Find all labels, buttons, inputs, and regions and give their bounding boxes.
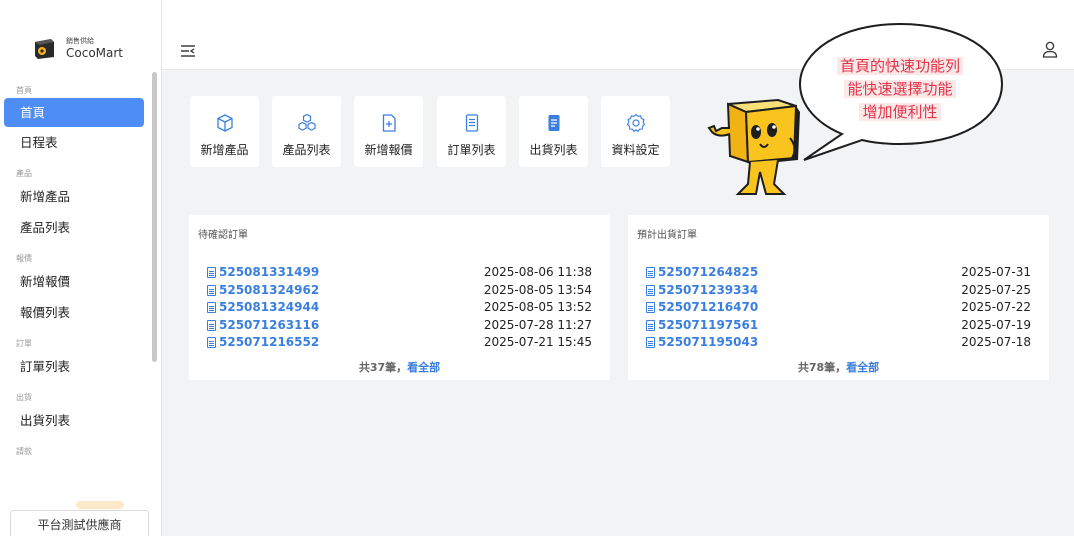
document-icon [207,267,216,279]
bubble-line-3: 增加便利性 [859,103,941,121]
file-plus-icon [382,114,396,132]
brand-name: CocoMart [66,45,124,60]
table-row: 525071264825 2025-07-31 [646,264,1031,282]
sidebar-item-schedule[interactable]: 日程表 [0,127,150,158]
nav-section-home: 首頁 [16,86,32,95]
nav-section-orders: 訂單 [16,339,32,348]
shipment-date: 2025-07-22 [961,300,1031,314]
order-link[interactable]: 525081324962 [207,282,319,300]
brand-subtitle: 銷售供給 [66,36,94,45]
order-date: 2025-08-05 13:52 [483,300,592,314]
order-link[interactable]: 525081324944 [207,299,319,317]
sidebar-item-order-list[interactable]: 訂單列表 [0,351,150,382]
nav-section-quotes: 報價 [16,254,32,263]
quick-add-product[interactable]: 新增產品 [190,96,259,167]
supplier-switch-button[interactable]: 平台測試供應商 [10,510,149,536]
sidebar-scrollbar[interactable] [152,72,157,362]
sidebar-item-home[interactable]: 首頁 [4,98,144,127]
order-link[interactable]: 525071216470 [646,299,758,317]
quick-data-settings-label: 資料設定 [611,143,660,157]
document-icon [207,284,216,296]
table-row: 525081324962 2025-08-05 13:54 [207,282,592,300]
table-row: 525071216470 2025-07-22 [646,299,1031,317]
cubes-icon [297,113,316,131]
shipment-date: 2025-07-19 [961,317,1031,332]
pending-orders-count: 共37筆， [358,361,408,374]
sidebar-item-quote-list[interactable]: 報價列表 [0,297,150,328]
brand-logo[interactable]: 銷售供給 CocoMart [32,36,123,60]
document-icon [207,337,216,349]
table-row: 525081331499 2025-08-06 11:38 [207,264,592,282]
order-date: 2025-07-28 11:27 [483,317,592,332]
shipment-date: 2025-07-18 [961,335,1031,349]
sidebar-item-add-product[interactable]: 新增產品 [0,181,150,212]
quick-product-list[interactable]: 產品列表 [272,96,341,167]
table-row: 525071263116 2025-07-28 11:27 [207,317,592,335]
order-link[interactable]: 525071264825 [646,264,758,282]
sidebar-item-product-list[interactable]: 產品列表 [0,212,150,243]
bubble-line-1: 首頁的快速功能列 [836,57,963,75]
view-all-pending-link[interactable]: 看全部 [407,361,440,374]
document-icon [646,337,655,349]
order-link[interactable]: 525071216552 [207,334,319,352]
table-row: 525071197561 2025-07-19 [646,317,1031,335]
document-icon [646,284,655,296]
shipment-date: 2025-07-31 [961,265,1031,279]
document-filled-icon [548,115,559,131]
sidebar-item-add-quote[interactable]: 新增報價 [0,266,150,297]
nav-section-products: 產品 [16,169,32,178]
nav-section-shipping: 出貨 [16,393,32,402]
sidebar: 銷售供給 CocoMart 首頁 首頁 日程表 產品 新增產品 產品列表 報價 … [0,0,162,536]
gear-icon [626,113,645,133]
quick-product-list-label: 產品列表 [282,143,331,157]
expected-shipments-panel: 預計出貨訂單 525071264825 2025-07-31 525071239… [628,215,1049,380]
document-icon [646,302,655,314]
table-row: 525071239334 2025-07-25 [646,282,1031,300]
table-row: 525081324944 2025-08-05 13:52 [207,299,592,317]
order-date: 2025-08-05 13:54 [483,282,592,297]
bubble-text: 首頁的快速功能列 能快速選擇功能 增加便利性 [812,55,988,124]
menu-collapse-icon[interactable] [180,43,196,57]
quick-data-settings[interactable]: 資料設定 [601,96,670,167]
cocomart-logo-icon [32,36,58,60]
quick-order-list[interactable]: 訂單列表 [437,96,506,167]
document-icon [207,319,216,331]
document-icon [646,319,655,331]
expected-shipments-footer: 共78筆，看全部 [628,359,1049,375]
table-row: 525071195043 2025-07-18 [646,334,1031,352]
quick-add-quote[interactable]: 新增報價 [354,96,423,167]
bubble-line-2: 能快速選擇功能 [844,80,956,98]
order-link[interactable]: 525071197561 [646,317,758,335]
order-date: 2025-08-06 11:38 [483,265,592,279]
cube-icon [216,114,233,132]
sidebar-nav: 首頁 首頁 日程表 產品 新增產品 產品列表 報價 新增報價 報價列表 訂單 訂… [0,84,150,459]
pending-orders-panel: 待確認訂單 525081331499 2025-08-06 11:38 5250… [189,215,610,380]
order-link[interactable]: 525071263116 [207,317,319,335]
order-date: 2025-07-21 15:45 [483,335,592,349]
order-link[interactable]: 525071195043 [646,334,758,352]
pending-orders-footer: 共37筆，看全部 [189,359,610,375]
quick-add-quote-label: 新增報價 [364,143,413,157]
sidebar-item-shipment-list[interactable]: 出貨列表 [0,405,150,436]
partially-hidden-badge [76,501,124,509]
document-lines-icon [465,114,478,132]
nav-section-billing: 請款 [16,447,32,456]
document-icon [646,267,655,279]
view-all-shipments-link[interactable]: 看全部 [846,361,879,374]
table-row: 525071216552 2025-07-21 15:45 [207,334,592,352]
document-icon [207,302,216,314]
quick-order-list-label: 訂單列表 [447,143,496,157]
expected-shipments-count: 共78筆， [797,361,847,374]
expected-shipments-title: 預計出貨訂單 [637,230,697,241]
quick-add-product-label: 新增產品 [200,143,249,157]
shipment-date: 2025-07-25 [961,282,1031,297]
quick-shipment-list[interactable]: 出貨列表 [519,96,588,167]
pending-orders-title: 待確認訂單 [198,230,248,241]
quick-shipment-list-label: 出貨列表 [529,143,578,157]
order-link[interactable]: 525071239334 [646,282,758,300]
order-link[interactable]: 525081331499 [207,264,319,282]
